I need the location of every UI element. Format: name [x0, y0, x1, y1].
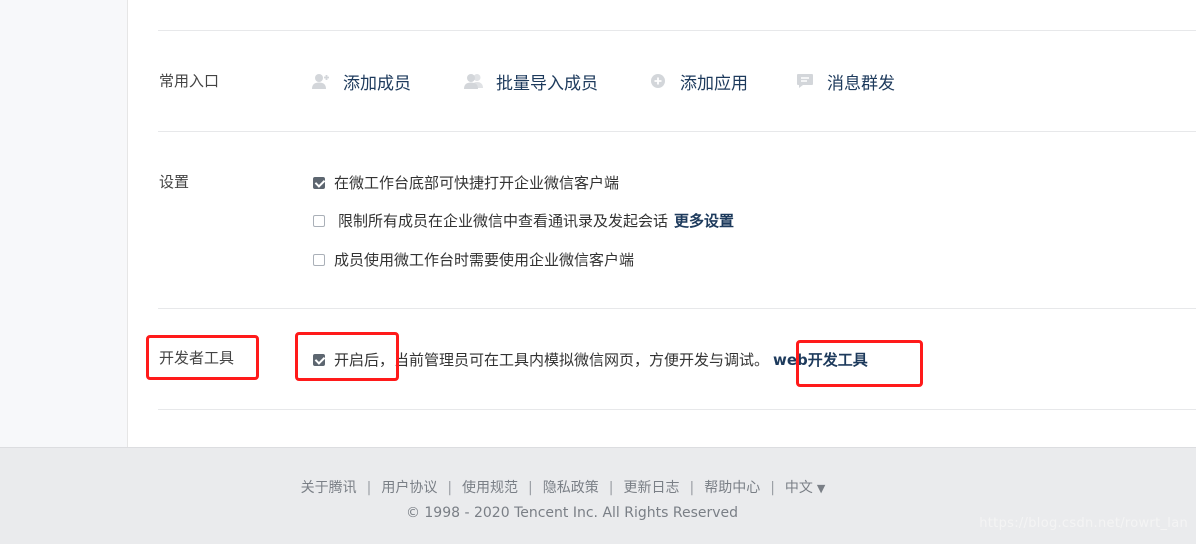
web-dev-tools-link[interactable]: web开发工具 — [773, 350, 868, 370]
settings-panel: 常用入口 添加成员 批量导入成员 添加应用 消息群发 设置 在微工作台底部可快捷… — [127, 0, 1196, 447]
divider — [158, 131, 1196, 132]
language-label: 中文 — [784, 480, 813, 496]
more-settings-link[interactable]: 更多设置 — [674, 211, 734, 231]
footer-link-usage[interactable]: 使用规范 — [462, 480, 518, 496]
divider — [158, 308, 1196, 309]
add-app-icon — [648, 71, 668, 91]
dev-tools-description: 当前管理员可在工具内模拟微信网页，方便开发与调试。 — [394, 351, 770, 369]
chevron-down-icon: ▼ — [816, 482, 826, 495]
dev-tools-prefix: 开启后， — [334, 351, 395, 369]
broadcast-link[interactable]: 消息群发 — [795, 68, 895, 94]
checkbox-dev-tools[interactable] — [313, 354, 325, 366]
users-icon — [464, 71, 484, 91]
page-footer: 关于腾讯 | 用户协议 | 使用规范 | 隐私政策 | 更新日志 | 帮助中心 | 中文 ▼ © 1998… — [0, 447, 1196, 544]
footer-links: 关于腾讯 | 用户协议 | 使用规范 | 隐私政策 | 更新日志 | 帮助中心 | 中文 ▼ — [300, 480, 826, 496]
batch-import-link[interactable]: 批量导入成员 — [464, 68, 598, 94]
add-app-label: 添加应用 — [680, 73, 748, 94]
checkbox-require-client[interactable] — [313, 254, 325, 266]
footer-link-agreement[interactable]: 用户协议 — [381, 480, 437, 496]
setting-option-text: 限制所有成员在企业微信中查看通讯录及发起会话 — [338, 212, 669, 230]
setting-option-restrict-contacts: 限制所有成员在企业微信中查看通讯录及发起会话 更多设置 — [313, 211, 734, 231]
footer-link-privacy[interactable]: 隐私政策 — [543, 480, 599, 496]
watermark: https://blog.csdn.net/rowrt_lan — [979, 516, 1188, 531]
footer-link-about[interactable]: 关于腾讯 — [301, 480, 357, 496]
setting-option-text: 成员使用微工作台时需要使用企业微信客户端 — [334, 251, 635, 269]
batch-import-label: 批量导入成员 — [496, 73, 598, 94]
add-app-link[interactable]: 添加应用 — [648, 68, 748, 94]
footer-link-help[interactable]: 帮助中心 — [704, 480, 760, 496]
left-sidebar — [0, 0, 128, 447]
settings-label: 设置 — [159, 173, 190, 191]
setting-option-text: 在微工作台底部可快捷打开企业微信客户端 — [334, 174, 620, 192]
checkbox-quick-open[interactable] — [313, 177, 325, 189]
language-selector[interactable]: 中文 ▼ — [785, 480, 825, 496]
add-member-label: 添加成员 — [343, 73, 411, 94]
quick-entry-label: 常用入口 — [159, 72, 220, 90]
dev-tools-label: 开发者工具 — [159, 349, 235, 367]
footer-link-changelog[interactable]: 更新日志 — [623, 480, 679, 496]
setting-option-quick-open: 在微工作台底部可快捷打开企业微信客户端 — [313, 173, 619, 193]
copyright-text: © 1998 - 2020 Tencent Inc. All Rights Re… — [405, 505, 739, 521]
checkbox-restrict-contacts[interactable] — [313, 215, 325, 227]
setting-option-require-client: 成员使用微工作台时需要使用企业微信客户端 — [313, 250, 634, 270]
message-icon — [795, 71, 815, 91]
add-member-link[interactable]: 添加成员 — [311, 68, 411, 94]
add-user-icon — [311, 71, 331, 91]
divider — [158, 30, 1196, 31]
divider — [158, 409, 1196, 410]
dev-tools-option: 开启后， 当前管理员可在工具内模拟微信网页，方便开发与调试。 web开发工具 — [313, 350, 868, 370]
broadcast-label: 消息群发 — [827, 73, 895, 94]
